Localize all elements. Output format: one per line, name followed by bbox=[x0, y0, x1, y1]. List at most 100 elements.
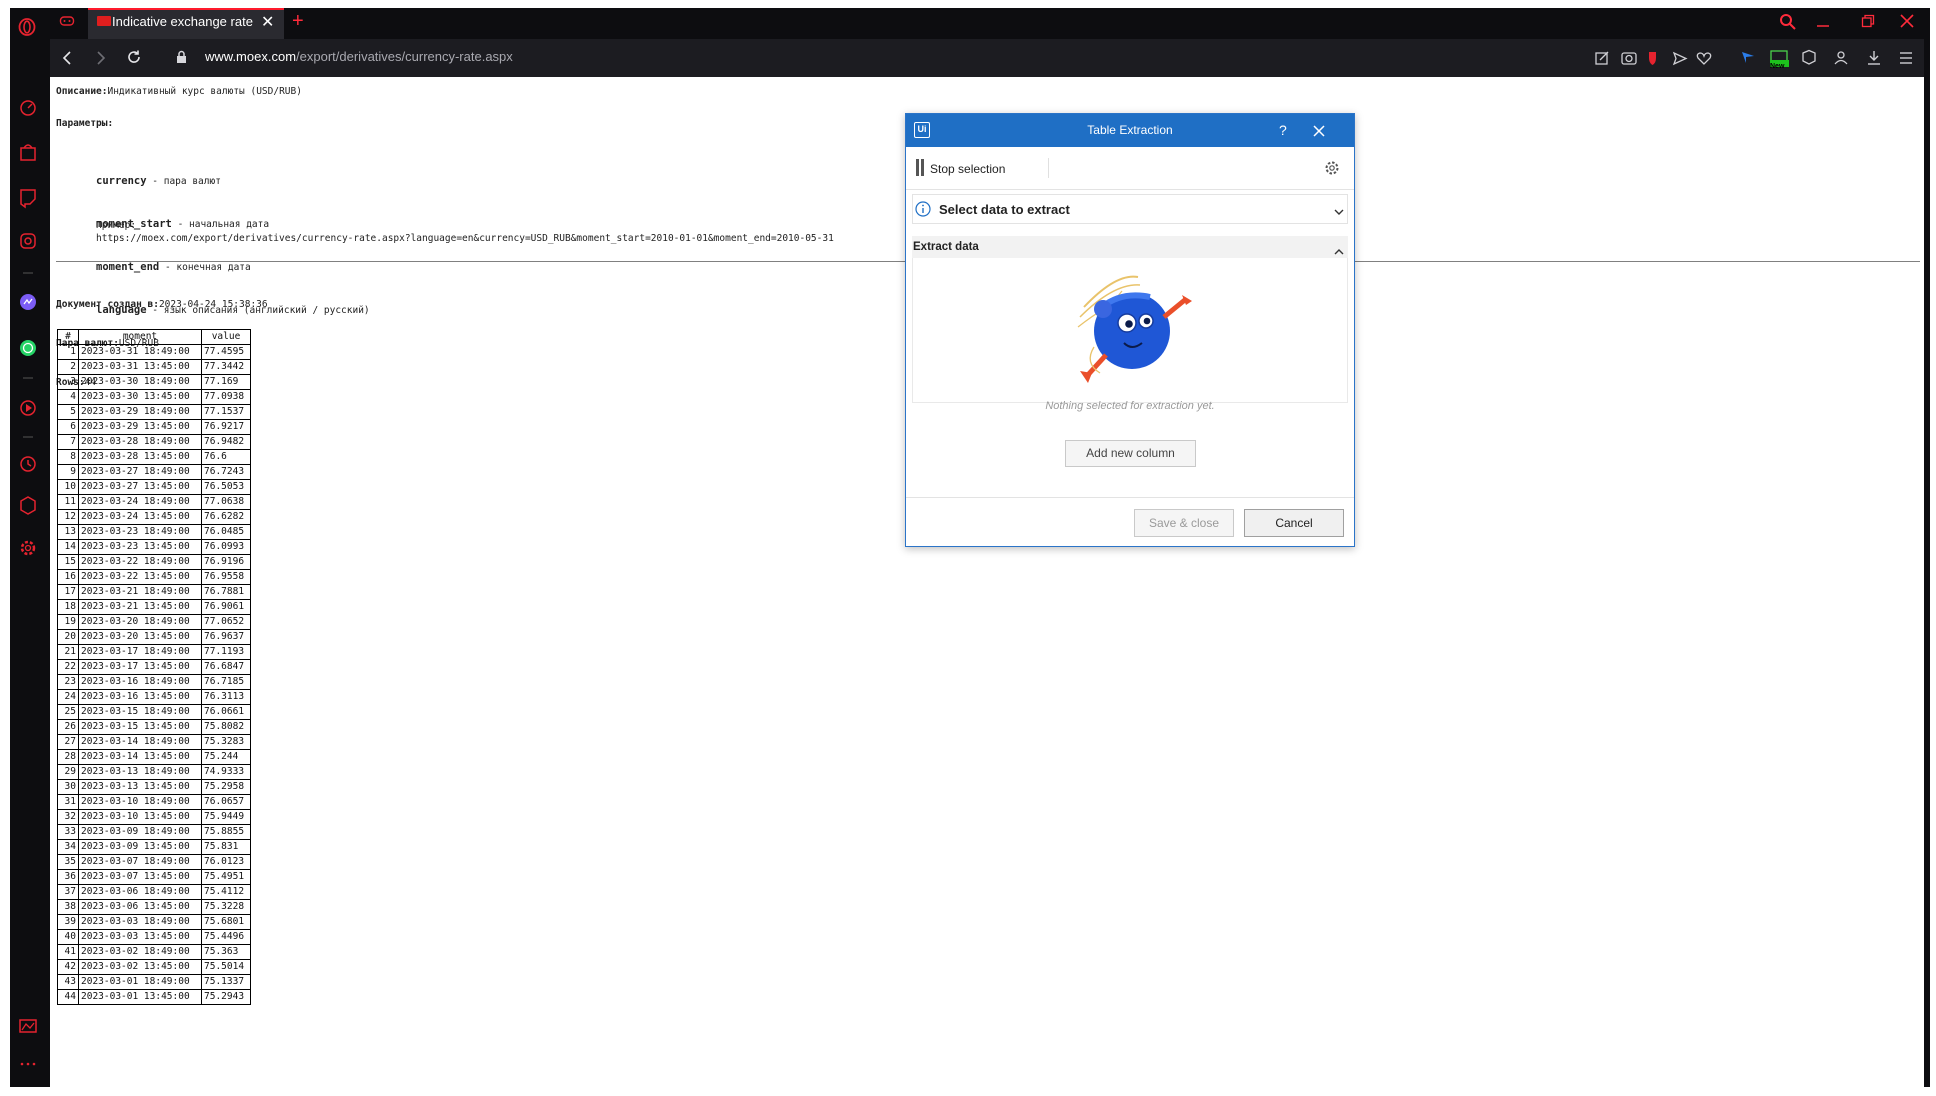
row-value: 76.6 bbox=[201, 449, 251, 465]
row-index: 22 bbox=[57, 659, 79, 675]
row-value: 76.0485 bbox=[201, 524, 251, 540]
row-value: 75.831 bbox=[201, 839, 251, 855]
description-line: Описание:Индикативный курс валюты (USD/R… bbox=[56, 86, 302, 97]
param-item: currency - пара валют bbox=[96, 174, 370, 189]
row-value: 76.6282 bbox=[201, 509, 251, 525]
row-moment: 2023-03-06 13:45:00 bbox=[78, 899, 202, 915]
back-icon[interactable] bbox=[61, 50, 73, 66]
add-new-column-button[interactable]: Add new column bbox=[1065, 440, 1196, 467]
row-value: 75.6801 bbox=[201, 914, 251, 930]
row-value: 76.9217 bbox=[201, 419, 251, 435]
row-index: 39 bbox=[57, 914, 79, 930]
download-icon[interactable] bbox=[1868, 51, 1880, 65]
close-tab-icon[interactable]: ✕ bbox=[261, 14, 274, 32]
info-icon bbox=[915, 201, 931, 222]
cube-icon[interactable] bbox=[1802, 49, 1816, 65]
row-moment: 2023-03-31 18:49:00 bbox=[78, 344, 202, 360]
speed-dial-icon[interactable] bbox=[20, 100, 36, 116]
share-icon[interactable] bbox=[1595, 51, 1609, 65]
toolbar-separator bbox=[1048, 158, 1049, 178]
flag-icon[interactable] bbox=[1742, 52, 1754, 63]
history-icon[interactable] bbox=[20, 456, 36, 472]
more-icon[interactable] bbox=[20, 1062, 36, 1066]
cancel-button[interactable]: Cancel bbox=[1244, 509, 1344, 537]
table-row: 35 2023-03-07 18:49:00 76.0123 bbox=[57, 854, 251, 870]
row-index: 5 bbox=[57, 404, 79, 420]
row-value: 75.8082 bbox=[201, 719, 251, 735]
snapshot-icon[interactable] bbox=[1621, 52, 1637, 65]
row-index: 9 bbox=[57, 464, 79, 480]
row-value: 76.3113 bbox=[201, 689, 251, 705]
extensions-icon[interactable] bbox=[20, 496, 36, 515]
shield-icon[interactable] bbox=[1649, 52, 1656, 65]
help-button[interactable]: ? bbox=[1279, 122, 1287, 138]
row-moment: 2023-03-29 13:45:00 bbox=[78, 419, 202, 435]
table-row: 14 2023-03-23 13:45:00 76.0993 bbox=[57, 539, 251, 555]
row-index: 3 bbox=[57, 374, 79, 390]
row-index: 27 bbox=[57, 734, 79, 750]
account-icon[interactable] bbox=[1834, 51, 1848, 65]
opera-logo-icon[interactable] bbox=[18, 18, 36, 36]
shopping-bag-icon[interactable] bbox=[20, 144, 36, 161]
row-index: 30 bbox=[57, 779, 79, 795]
row-index: 37 bbox=[57, 884, 79, 900]
heart-icon[interactable] bbox=[1696, 52, 1712, 65]
instagram-icon[interactable] bbox=[20, 233, 36, 249]
close-dialog-icon[interactable] bbox=[1313, 124, 1325, 142]
row-value: 77.4595 bbox=[201, 344, 251, 360]
twitch-icon[interactable] bbox=[20, 189, 36, 209]
messenger-icon[interactable] bbox=[20, 294, 36, 310]
column-header-value: value bbox=[201, 329, 251, 345]
settings-icon[interactable] bbox=[20, 540, 36, 556]
row-index: 16 bbox=[57, 569, 79, 585]
chevron-down-icon[interactable] bbox=[1334, 204, 1344, 222]
table-row: 39 2023-03-03 18:49:00 75.6801 bbox=[57, 914, 251, 930]
close-window-icon[interactable] bbox=[1900, 14, 1914, 28]
send-icon[interactable] bbox=[1672, 51, 1688, 66]
gaming-icon[interactable] bbox=[59, 14, 75, 28]
row-value: 75.1337 bbox=[201, 974, 251, 990]
pinboard-icon[interactable] bbox=[19, 1019, 37, 1033]
pause-icon bbox=[921, 159, 924, 176]
table-row: 17 2023-03-21 18:49:00 76.7881 bbox=[57, 584, 251, 600]
row-value: 77.0638 bbox=[201, 494, 251, 510]
column-header-index: # bbox=[57, 329, 79, 345]
whatsapp-icon[interactable] bbox=[20, 340, 36, 356]
reload-icon[interactable] bbox=[126, 49, 142, 65]
restore-icon[interactable] bbox=[1861, 14, 1875, 28]
save-close-button[interactable]: Save & close bbox=[1134, 509, 1234, 537]
row-index: 21 bbox=[57, 644, 79, 660]
row-value: 77.3442 bbox=[201, 359, 251, 375]
minimize-icon[interactable] bbox=[1816, 14, 1830, 28]
settings-gear-icon[interactable] bbox=[1324, 160, 1340, 181]
row-value: 76.9061 bbox=[201, 599, 251, 615]
table-row: 22 2023-03-17 13:45:00 76.6847 bbox=[57, 659, 251, 675]
player-icon[interactable] bbox=[20, 400, 36, 416]
new-tab-button[interactable]: + bbox=[292, 10, 304, 32]
menu-icon[interactable] bbox=[1900, 52, 1912, 64]
screen-edge-bottom bbox=[10, 1087, 1930, 1096]
data-table: # moment value 1 2023-03-31 18:49:00 77.45… bbox=[57, 329, 251, 1005]
table-row: 40 2023-03-03 13:45:00 75.4496 bbox=[57, 929, 251, 945]
window-edge bbox=[1924, 8, 1930, 1088]
description-value: Индикативный курс валюты (USD/RUB) bbox=[107, 86, 302, 97]
row-index: 19 bbox=[57, 614, 79, 630]
stop-selection-button[interactable]: Stop selection bbox=[930, 162, 1005, 176]
lock-icon[interactable] bbox=[176, 50, 187, 64]
created-line: Документ создан в:2023-04-24 15:38:36 bbox=[56, 298, 268, 311]
row-moment: 2023-03-27 13:45:00 bbox=[78, 479, 202, 495]
tab-title: Indicative exchange rate bbox=[112, 14, 253, 29]
data-table-wrapper: # moment value 1 2023-03-31 18:49:00 77.45… bbox=[57, 329, 251, 1005]
row-moment: 2023-03-20 13:45:00 bbox=[78, 629, 202, 645]
row-value: 77.1537 bbox=[201, 404, 251, 420]
row-moment: 2023-03-16 18:49:00 bbox=[78, 674, 202, 690]
row-moment: 2023-03-31 13:45:00 bbox=[78, 359, 202, 375]
row-value: 75.2943 bbox=[201, 989, 251, 1005]
row-moment: 2023-03-03 18:49:00 bbox=[78, 914, 202, 930]
search-tabs-icon[interactable] bbox=[1779, 13, 1797, 31]
select-data-heading: Select data to extract bbox=[939, 202, 1070, 217]
table-row: 9 2023-03-27 18:49:00 76.7243 bbox=[57, 464, 251, 480]
url-field[interactable]: www.moex.com/export/derivatives/currency… bbox=[205, 49, 513, 64]
row-moment: 2023-03-16 13:45:00 bbox=[78, 689, 202, 705]
forward-icon[interactable] bbox=[95, 50, 107, 66]
